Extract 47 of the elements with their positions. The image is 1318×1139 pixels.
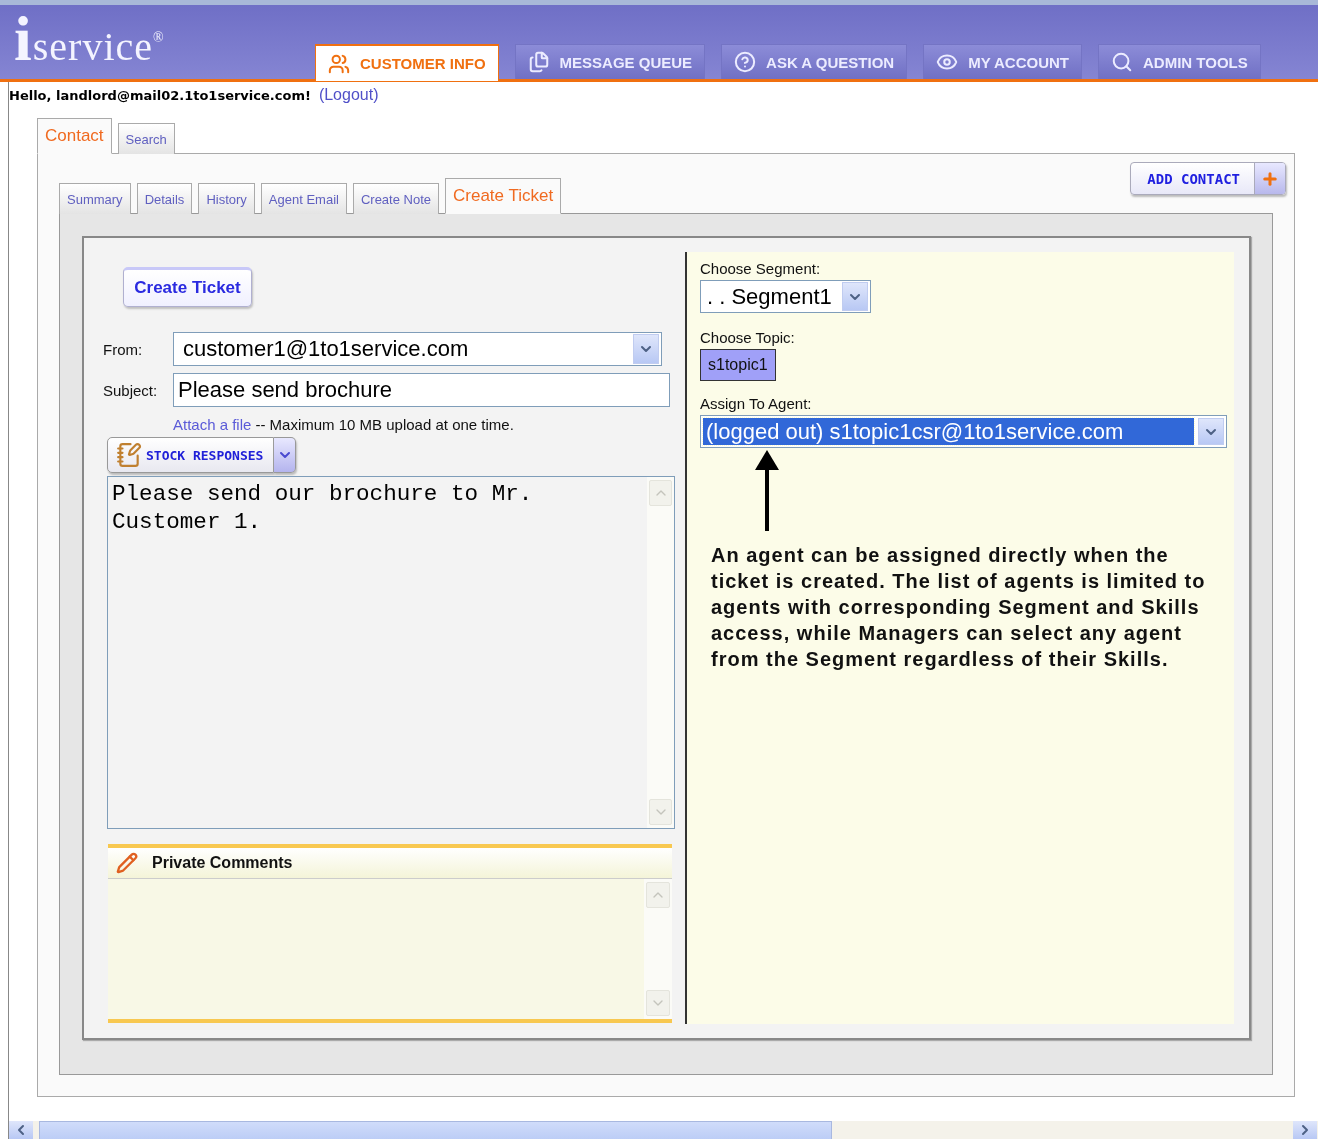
dropdown-button[interactable] (274, 437, 297, 473)
nav-tab[interactable]: ADMIN TOOLS (1098, 44, 1261, 79)
notepad-icon (116, 442, 142, 468)
tab[interactable]: History (198, 183, 255, 214)
search-icon (1111, 51, 1133, 73)
field-label: From: (103, 340, 144, 358)
add-contact-button[interactable]: ADD CONTACT (1130, 162, 1286, 195)
nav-tab[interactable]: MY ACCOUNT (923, 44, 1082, 79)
tab[interactable]: Details (136, 183, 193, 214)
field-label: Assign To Agent: (700, 395, 813, 412)
pencil-icon (116, 852, 138, 874)
create-ticket-button[interactable]: Create Ticket (123, 267, 252, 307)
tab[interactable]: Create Note (352, 183, 439, 214)
tab[interactable]: Agent Email (260, 183, 347, 214)
from-select[interactable]: customer1@1to1service.com (173, 332, 662, 366)
topic-option[interactable]: s1topic1 (700, 349, 776, 381)
annotation-text: An agent can be assigned directly when the ticket is created. The list of agents is limited to agents with corresponding Segment and Skills access, while Managers can select any agent from the Segment regardless of their Skills. (711, 543, 1207, 672)
nav-tab[interactable]: CUSTOMER INFO (315, 44, 499, 81)
scroll-down-button[interactable] (646, 990, 670, 1016)
greeting-text: Hello, landlord@mail02.1to1service.com! (9, 88, 311, 103)
tab[interactable]: Create Ticket (445, 178, 562, 214)
nav-tab[interactable]: MESSAGE QUEUE (514, 44, 706, 79)
stock-responses-button[interactable]: STOCK RESPONSES (107, 437, 275, 473)
upload-limit-note: -- Maximum 10 MB upload at one time. (255, 416, 514, 433)
documents-icon (527, 51, 550, 73)
field-label: Choose Topic: (700, 329, 796, 346)
tab[interactable]: Search (117, 123, 175, 154)
field-label: Choose Segment: (700, 260, 822, 277)
logo: iservice$^{®}$ (14, 2, 166, 76)
people-icon (328, 52, 350, 75)
plus-icon (1261, 169, 1279, 188)
tab[interactable]: Contact (37, 118, 112, 154)
scroll-up-button[interactable] (646, 882, 670, 908)
scroll-left-button[interactable] (9, 1121, 33, 1139)
subject-field[interactable]: Please send brochure (173, 373, 670, 407)
segment-select[interactable]: . . Segment1 (700, 280, 871, 313)
logout-link[interactable]: (Logout) (318, 86, 379, 104)
vertical-scrollbar[interactable] (644, 879, 672, 1019)
attach-file-link[interactable]: Attach a file (173, 416, 252, 433)
agent-select[interactable]: (logged out) s1topic1csr@1to1service.com (700, 415, 1227, 448)
panel-title: Private Comments (152, 854, 293, 872)
tab[interactable]: Summary (59, 183, 131, 214)
horizontal-scrollbar[interactable] (9, 1120, 1318, 1139)
field-label: Subject: (103, 381, 159, 399)
question-icon (734, 51, 757, 73)
nav-tab[interactable]: ASK A QUESTION (721, 44, 908, 79)
scroll-right-button[interactable] (1293, 1121, 1317, 1139)
